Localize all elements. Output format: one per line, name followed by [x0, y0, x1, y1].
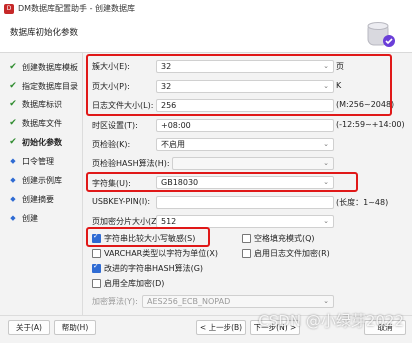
prev-button[interactable]: < 上一步(B): [196, 320, 246, 335]
space-fill-checkbox[interactable]: 空格填充模式(Q): [242, 233, 315, 244]
highlight-box-charset: [86, 172, 358, 192]
checkbox-icon: [242, 249, 251, 258]
encrypt-algo-select[interactable]: AES256_ECB_NOPAD ⌄: [142, 295, 334, 308]
usbkey-pin-length: (长度：1~48): [336, 198, 389, 207]
chevron-down-icon: ⌄: [323, 140, 329, 148]
chevron-down-icon: ⌄: [323, 297, 329, 305]
diamond-icon: ◆: [10, 214, 16, 222]
chevron-down-icon: ⌄: [323, 159, 329, 167]
check-icon: ✔: [9, 118, 17, 128]
varchar-char-checkbox[interactable]: VARCHAR类型以字符为单位(X): [92, 248, 218, 259]
time-zone-label: 时区设置(T):: [92, 121, 138, 130]
page-check-label: 页检验(K):: [92, 140, 131, 149]
encrypt-algo-label: 加密算法(Y):: [92, 297, 138, 306]
time-zone-input[interactable]: +08:00: [156, 119, 334, 132]
sidebar-item-files[interactable]: ✔ 数据库文件: [8, 116, 62, 130]
watermark: CSDN @小绿芽2022: [258, 312, 404, 330]
check-icon: ✔: [9, 81, 17, 91]
checkbox-icon: [92, 249, 101, 258]
page-check-hash-label: 页检验HASH算法(H):: [92, 159, 170, 168]
usbkey-pin-input[interactable]: [156, 196, 334, 209]
check-icon: ✔: [9, 99, 17, 109]
diamond-icon: ◆: [10, 195, 16, 203]
page-title: 数据库初始化参数: [10, 28, 79, 38]
improved-hash-checkbox[interactable]: 改进的字符串HASH算法(G): [92, 262, 203, 274]
check-icon: ✔: [9, 137, 17, 147]
app-icon: D: [4, 4, 14, 14]
highlight-box-size-params: [86, 54, 392, 116]
page-partition-label: 页加密分片大小(Z):: [92, 217, 163, 226]
checkbox-checked-icon: [92, 262, 101, 273]
sidebar-item-identifier[interactable]: ✔ 数据库标识: [8, 97, 62, 111]
sidebar-item-create[interactable]: ◆ 创建: [8, 211, 38, 225]
sidebar-item-directory[interactable]: ✔ 指定数据库目录: [8, 79, 78, 93]
checkbox-icon: [242, 234, 251, 243]
log-encrypt-checkbox[interactable]: 启用日志文件加密(R): [242, 248, 330, 259]
usbkey-pin-label: USBKEY-PIN(I):: [92, 197, 151, 206]
check-icon: ✔: [9, 62, 17, 72]
sidebar-item-summary[interactable]: ◆ 创建摘要: [8, 192, 54, 206]
window-title: DM数据库配置助手 - 创建数据库: [18, 4, 136, 13]
full-db-encrypt-checkbox[interactable]: 启用全库加密(D): [92, 278, 164, 289]
diamond-icon: ◆: [10, 157, 16, 165]
sidebar-item-password[interactable]: ◆ 口令管理: [8, 154, 54, 168]
checkbox-icon: [92, 279, 101, 288]
page-check-select[interactable]: 不启用 ⌄: [156, 138, 334, 151]
page-check-hash-select[interactable]: ⌄: [172, 157, 334, 170]
database-logo-icon: [367, 22, 395, 47]
diamond-icon: ◆: [10, 176, 16, 184]
sidebar-item-template[interactable]: ✔ 创建数据库模板: [8, 60, 78, 74]
help-button[interactable]: 帮助(H): [54, 320, 96, 335]
time-zone-range: (-12:59~+14:00): [336, 120, 405, 129]
about-button[interactable]: 关于(A): [8, 320, 50, 335]
chevron-down-icon: ⌄: [323, 217, 329, 225]
sidebar-item-sample-db[interactable]: ◆ 创建示例库: [8, 173, 62, 187]
highlight-box-case-sensitive: [86, 227, 210, 247]
sidebar-item-init-params[interactable]: ✔ 初始化参数: [8, 135, 62, 149]
